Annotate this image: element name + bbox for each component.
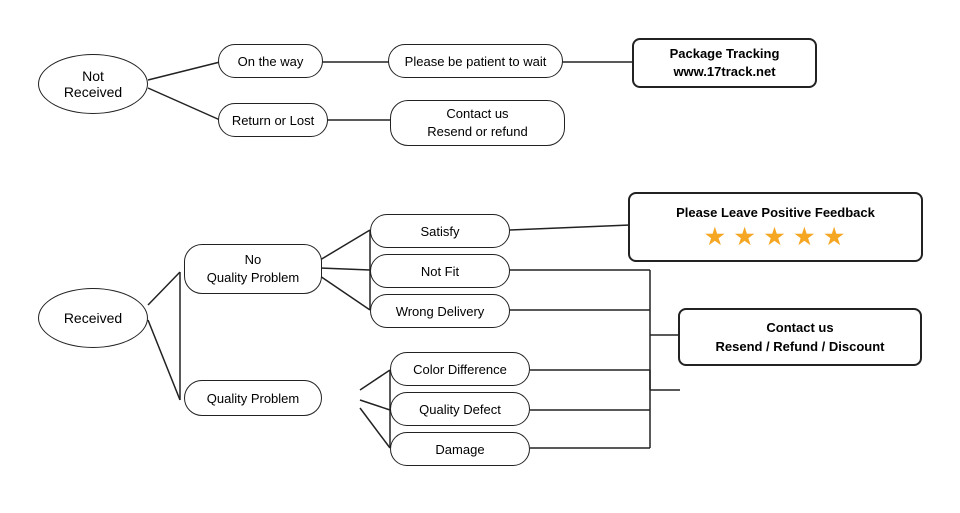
color-difference-label: Color Difference — [413, 362, 507, 377]
quality-defect-node: Quality Defect — [390, 392, 530, 426]
received-node: Received — [38, 288, 148, 348]
feedback-label: Please Leave Positive Feedback — [676, 205, 875, 220]
received-label: Received — [64, 310, 122, 326]
return-or-lost-label: Return or Lost — [232, 113, 314, 128]
quality-problem-node: Quality Problem — [184, 380, 322, 416]
diagram: Not Received On the way Return or Lost P… — [0, 0, 960, 513]
quality-defect-label: Quality Defect — [419, 402, 501, 417]
damage-label: Damage — [435, 442, 484, 457]
contact-resend-refund-label: Contact us Resend or refund — [427, 105, 527, 141]
contact-resend-discount-label: Contact us Resend / Refund / Discount — [715, 318, 884, 357]
not-received-node: Not Received — [38, 54, 148, 114]
satisfy-node: Satisfy — [370, 214, 510, 248]
patient-wait-node: Please be patient to wait — [388, 44, 563, 78]
damage-node: Damage — [390, 432, 530, 466]
package-tracking-node: Package Tracking www.17track.net — [632, 38, 817, 88]
contact-resend-discount-node: Contact us Resend / Refund / Discount — [678, 308, 922, 366]
stars-display: ★ ★ ★ ★ ★ — [705, 224, 846, 250]
not-fit-label: Not Fit — [421, 264, 459, 279]
wrong-delivery-label: Wrong Delivery — [396, 304, 485, 319]
no-quality-problem-node: No Quality Problem — [184, 244, 322, 294]
not-fit-node: Not Fit — [370, 254, 510, 288]
not-received-label: Not Received — [64, 68, 122, 100]
quality-problem-label: Quality Problem — [207, 391, 299, 406]
satisfy-label: Satisfy — [420, 224, 459, 239]
contact-resend-refund-node: Contact us Resend or refund — [390, 100, 565, 146]
feedback-box: Please Leave Positive Feedback ★ ★ ★ ★ ★ — [628, 192, 923, 262]
on-the-way-label: On the way — [238, 54, 304, 69]
no-quality-problem-label: No Quality Problem — [207, 251, 299, 287]
color-difference-node: Color Difference — [390, 352, 530, 386]
patient-wait-label: Please be patient to wait — [405, 54, 547, 69]
package-tracking-label: Package Tracking www.17track.net — [670, 45, 780, 81]
on-the-way-node: On the way — [218, 44, 323, 78]
wrong-delivery-node: Wrong Delivery — [370, 294, 510, 328]
return-or-lost-node: Return or Lost — [218, 103, 328, 137]
